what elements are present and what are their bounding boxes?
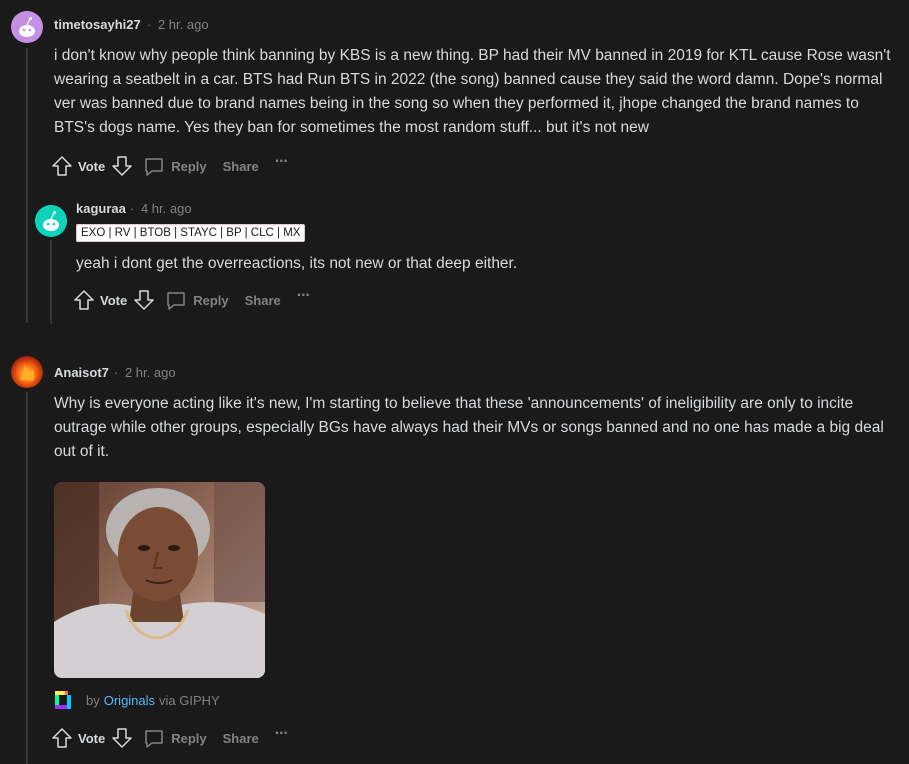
attribution-by: by [86,692,100,708]
avatar[interactable] [35,205,67,237]
downvote-button[interactable] [111,727,133,749]
comment-actions: Vote Reply Share ··· [51,152,289,180]
reply-label: Reply [193,292,229,308]
giphy-logo-icon [55,691,71,709]
vote-count: Vote [78,158,106,174]
share-button[interactable]: Share [245,293,281,308]
more-options-button[interactable]: ··· [274,153,289,171]
more-options-icon: ··· [274,725,289,742]
comment-meta: · 4 hr. ago [130,201,192,216]
more-options-button[interactable]: ··· [296,287,311,305]
share-button[interactable]: Share [223,159,259,174]
avatar[interactable] [11,356,43,388]
reply-button[interactable]: Reply [165,289,229,311]
upvote-button[interactable] [73,289,95,311]
comment-timestamp[interactable]: 2 hr. ago [125,365,176,380]
reply-label: Reply [171,158,207,174]
downvote-arrow-icon [112,156,132,176]
comment-username[interactable]: kaguraa [76,201,126,216]
embedded-gif[interactable] [54,482,265,678]
comment-timestamp[interactable]: 2 hr. ago [158,17,209,32]
comment-username[interactable]: timetosayhi27 [54,17,141,32]
reply-button[interactable]: Reply [143,727,207,749]
upvote-button[interactable] [51,727,73,749]
vote-count: Vote [100,292,128,308]
gif-image [54,482,265,678]
separator-dot: · [130,201,135,216]
upvote-button[interactable] [51,155,73,177]
share-button[interactable]: Share [223,731,259,746]
comment-meta: · 2 hr. ago [147,17,209,32]
downvote-button[interactable] [133,289,155,311]
thread-line[interactable] [26,392,28,764]
reply-label: Reply [171,730,207,746]
downvote-button[interactable] [111,155,133,177]
gif-source-link[interactable]: Originals [104,693,155,708]
comment-body: Why is everyone acting like it's new, I'… [54,395,884,460]
downvote-arrow-icon [134,290,154,310]
more-options-icon: ··· [296,287,311,304]
upvote-arrow-icon [52,156,72,176]
comment-bubble-icon [145,158,163,176]
snoo-avatar-icon [35,205,67,237]
downvote-arrow-icon [112,728,132,748]
thread-line[interactable] [26,48,28,323]
reply-button[interactable]: Reply [143,155,207,177]
comment-username[interactable]: Anaisot7 [54,365,109,380]
separator-dot: · [114,365,119,380]
comment-meta: · 2 hr. ago [114,365,176,380]
user-flair: EXO | RV | BTOB | STAYC | BP | CLC | MX [76,224,306,242]
share-label: Share [222,730,259,746]
attribution-via: via GIPHY [159,692,220,708]
comment-actions: Vote Reply Share ··· [51,724,289,752]
comment-bubble-icon [145,730,163,748]
comment-body: i don't know why people think banning by… [54,47,891,136]
comment-body: yeah i dont get the overreactions, its n… [76,255,518,272]
gif-attribution: by Originals via GIPHY [54,690,220,710]
more-options-button[interactable]: ··· [274,725,289,743]
thread-line[interactable] [50,240,52,324]
upvote-arrow-icon [52,728,72,748]
comment-timestamp[interactable]: 4 hr. ago [141,201,192,216]
more-options-icon: ··· [274,153,289,170]
avatar[interactable] [11,11,43,43]
comment-bubble-icon [167,292,185,310]
vote-count: Vote [78,730,106,746]
separator-dot: · [147,17,152,32]
upvote-arrow-icon [74,290,94,310]
comment-actions: Vote Reply Share ··· [73,286,311,314]
share-label: Share [222,158,259,174]
profile-avatar-icon [11,356,43,388]
snoo-avatar-icon [11,11,43,43]
share-label: Share [244,292,281,308]
